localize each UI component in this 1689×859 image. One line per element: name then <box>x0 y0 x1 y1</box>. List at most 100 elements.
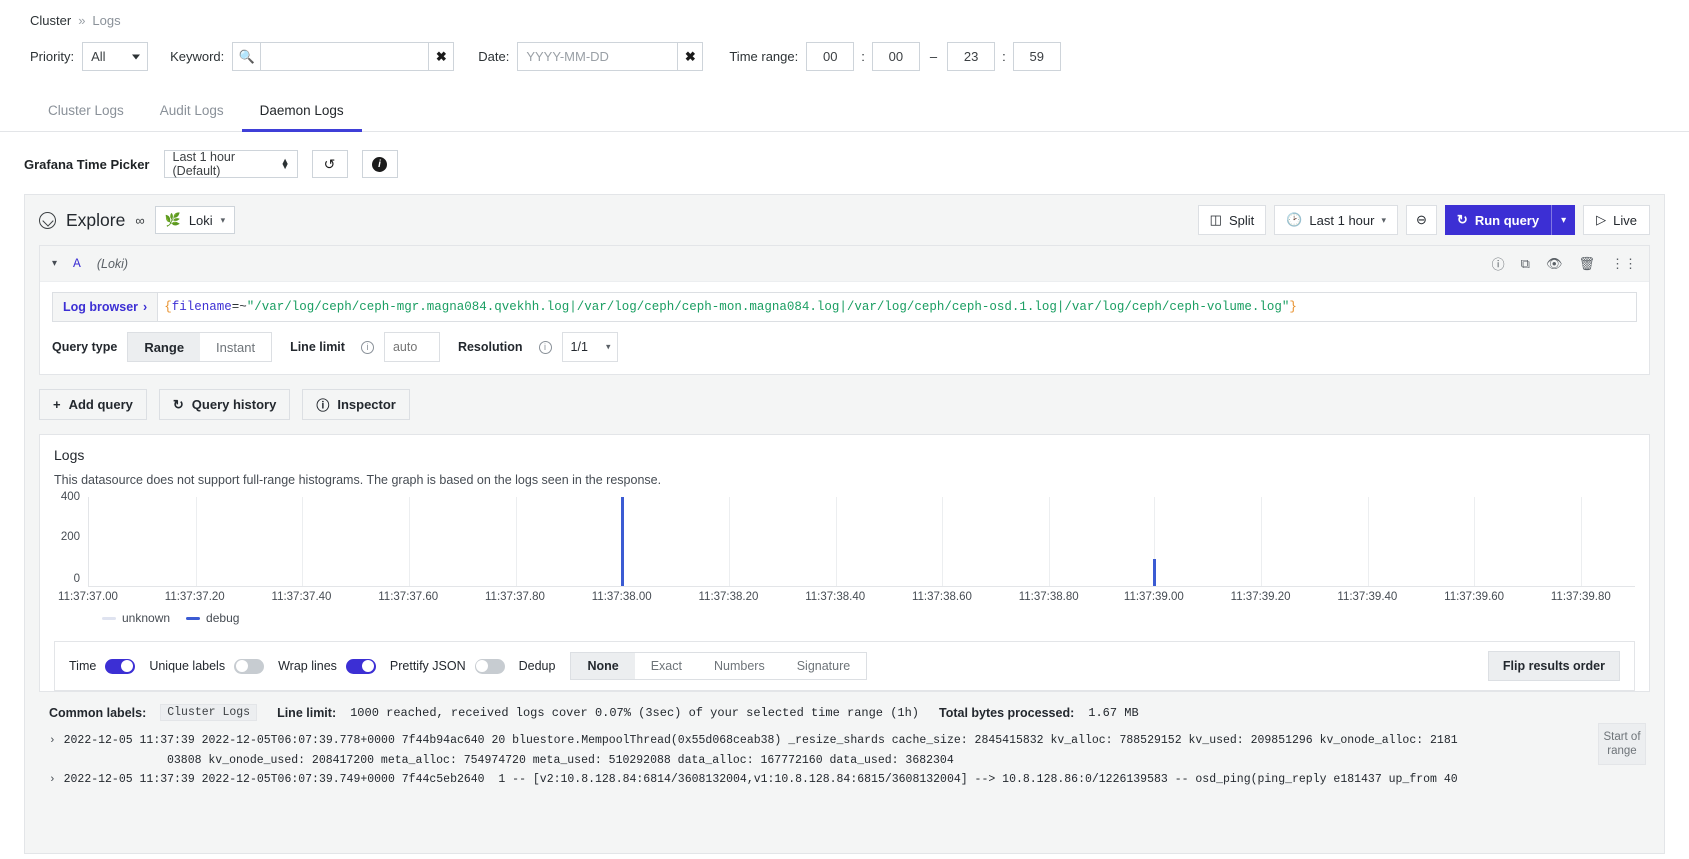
x-tick-0: 11:37:37.00 <box>58 591 118 603</box>
option-prettify-json: Prettify JSON <box>389 658 505 674</box>
log-tabs: Cluster Logs Audit Logs Daemon Logs <box>0 93 1689 132</box>
priority-select[interactable]: All <box>82 42 149 71</box>
grafana-time-picker-row: Grafana Time Picker Last 1 hour (Default… <box>0 132 1689 194</box>
time-range-picker-button[interactable]: 🕑 Last 1 hour ▾ <box>1274 205 1398 235</box>
grafana-time-picker-label: Grafana Time Picker <box>24 156 150 172</box>
tab-daemon-logs[interactable]: Daemon Logs <box>241 93 362 132</box>
run-query-dropdown[interactable]: ▾ <box>1552 215 1575 226</box>
legend-item-debug[interactable]: debug <box>186 611 239 625</box>
chevron-down-icon: ▾ <box>606 341 611 352</box>
info-button[interactable]: i <box>361 150 398 178</box>
date-input[interactable] <box>517 42 678 71</box>
priority-value: All <box>91 49 106 64</box>
log-browser-button[interactable]: Log browser › <box>52 292 158 322</box>
compass-icon <box>39 211 56 229</box>
search-icon: 🔍 <box>232 42 261 71</box>
query-token-close-brace: } <box>1289 300 1297 314</box>
log-entries-list: › 2022-12-05 11:37:39 2022-12-05T06:07:3… <box>49 723 1646 790</box>
line-limit-input[interactable] <box>383 332 440 362</box>
table-row[interactable]: › 2022-12-05 11:37:39 2022-12-05T06:07:3… <box>49 770 1640 790</box>
run-query-label: Run query <box>1474 212 1540 228</box>
chevron-down-icon <box>132 54 141 59</box>
add-query-label: Add query <box>68 397 133 412</box>
time-colon-1: : <box>861 49 865 64</box>
logs-panel-note: This datasource does not support full-ra… <box>54 473 662 487</box>
query-type-range[interactable]: Range <box>128 333 201 361</box>
unique-labels-toggle[interactable] <box>234 658 265 674</box>
query-token-operator: =~ <box>231 300 247 314</box>
start-of-range-marker: Start of range <box>1598 723 1646 765</box>
time-to-minute-input[interactable]: 59 <box>1012 42 1061 71</box>
dedup-exact[interactable]: Exact <box>634 653 698 679</box>
copy-icon[interactable]: ⧉ <box>1521 256 1530 272</box>
help-icon[interactable]: ⓘ <box>1492 254 1505 273</box>
dedup-segmented: None Exact Numbers Signature <box>570 652 868 680</box>
run-query-button[interactable]: ↻ Run query ▾ <box>1444 205 1576 235</box>
prettify-json-toggle[interactable] <box>474 658 505 674</box>
eye-icon[interactable]: 👁 <box>1546 256 1563 272</box>
time-colon-2: : <box>1002 49 1006 64</box>
refresh-button[interactable]: ↺ <box>311 150 348 178</box>
collapse-chevron-icon[interactable]: ▾ <box>52 258 57 269</box>
tab-cluster-logs[interactable]: Cluster Logs <box>30 93 142 132</box>
unique-labels-option-label: Unique labels <box>149 659 226 673</box>
keyword-input[interactable] <box>260 42 429 71</box>
query-expression-input[interactable]: {filename =~ "/var/log/ceph/ceph-mgr.magna… <box>157 292 1637 322</box>
datasource-picker[interactable]: 🌿 Loki ▾ <box>154 206 236 234</box>
tab-audit-logs[interactable]: Audit Logs <box>142 93 242 132</box>
legend-swatch-debug <box>186 616 201 620</box>
x-tick-10: 11:37:39.00 <box>1123 591 1184 603</box>
option-time: Time <box>69 658 136 674</box>
keyword-clear-button[interactable]: ✖ <box>428 42 455 71</box>
grafana-time-picker-select[interactable]: Last 1 hour (Default) ▲ ▼ <box>163 150 298 178</box>
breadcrumb-current: Logs <box>92 13 121 28</box>
dedup-signature[interactable]: Signature <box>780 653 867 679</box>
resolution-select[interactable]: 1/1 ▾ <box>561 332 618 362</box>
share-icon[interactable]: ∞ <box>135 213 144 228</box>
date-clear-button[interactable]: ✖ <box>677 42 704 71</box>
explore-title: Explore <box>66 209 126 230</box>
expand-caret-icon[interactable]: › <box>49 732 56 750</box>
logs-results-card: Logs This datasource does not support fu… <box>39 434 1650 692</box>
explore-toolbar: Explore ∞ 🌿 Loki ▾ ◫ Split 🕑 Last 1 hour… <box>25 195 1664 245</box>
split-icon: ◫ <box>1209 212 1222 227</box>
flip-results-order-button[interactable]: Flip results order <box>1487 651 1620 681</box>
prettify-json-option-label: Prettify JSON <box>389 659 466 673</box>
log-browser-label: Log browser <box>63 300 139 314</box>
breadcrumb-root[interactable]: Cluster <box>30 13 71 28</box>
drag-handle-icon[interactable]: ⋮⋮ <box>1611 256 1637 272</box>
query-history-button[interactable]: ↻ Query history <box>158 389 291 420</box>
line-limit-meta-detail: 1000 reached, received logs cover 0.07% … <box>350 705 920 720</box>
resolution-info-icon[interactable]: i <box>538 340 552 354</box>
wrap-lines-toggle[interactable] <box>345 658 376 674</box>
legend-item-unknown[interactable]: unknown <box>102 611 170 625</box>
query-type-instant[interactable]: Instant <box>200 333 272 361</box>
loki-icon: 🌿 <box>164 212 181 227</box>
add-query-button[interactable]: + Add query <box>39 389 147 420</box>
option-wrap-lines: Wrap lines <box>278 658 376 674</box>
time-to-hour-input[interactable]: 23 <box>947 42 996 71</box>
query-type-segmented: Range Instant <box>127 332 273 362</box>
query-options-row: Query type Range Instant Line limit i Re… <box>52 332 1637 362</box>
line-limit-label: Line limit <box>290 340 345 354</box>
legend-label-debug: debug <box>206 611 240 625</box>
dedup-none[interactable]: None <box>571 653 635 679</box>
zoom-out-button[interactable]: ⊖ <box>1406 205 1437 235</box>
history-icon: ↻ <box>172 396 184 412</box>
trash-icon[interactable]: 🗑 <box>1578 256 1595 272</box>
split-button[interactable]: ◫ Split <box>1197 205 1267 235</box>
query-header: ▾ A (Loki) ⓘ ⧉ 👁 🗑 ⋮⋮ <box>40 246 1649 282</box>
dedup-numbers[interactable]: Numbers <box>697 653 781 679</box>
table-row[interactable]: › 2022-12-05 11:37:39 2022-12-05T06:07:3… <box>49 731 1640 751</box>
stepper-arrows-icon: ▲ ▼ <box>280 156 290 171</box>
time-from-hour-input[interactable]: 00 <box>806 42 855 71</box>
live-button[interactable]: ▷ Live <box>1583 205 1650 235</box>
common-labels-chip[interactable]: Cluster Logs <box>160 704 258 721</box>
time-from-minute-input[interactable]: 00 <box>871 42 920 71</box>
time-toggle[interactable] <box>105 658 136 674</box>
expand-caret-icon[interactable]: › <box>49 771 56 789</box>
log-entry-text: 2022-12-05 11:37:39 2022-12-05T06:07:39.… <box>63 734 1458 747</box>
wrap-lines-option-label: Wrap lines <box>278 659 337 673</box>
inspector-button[interactable]: ⓘ Inspector <box>302 389 410 420</box>
line-limit-info-icon[interactable]: i <box>360 340 374 354</box>
